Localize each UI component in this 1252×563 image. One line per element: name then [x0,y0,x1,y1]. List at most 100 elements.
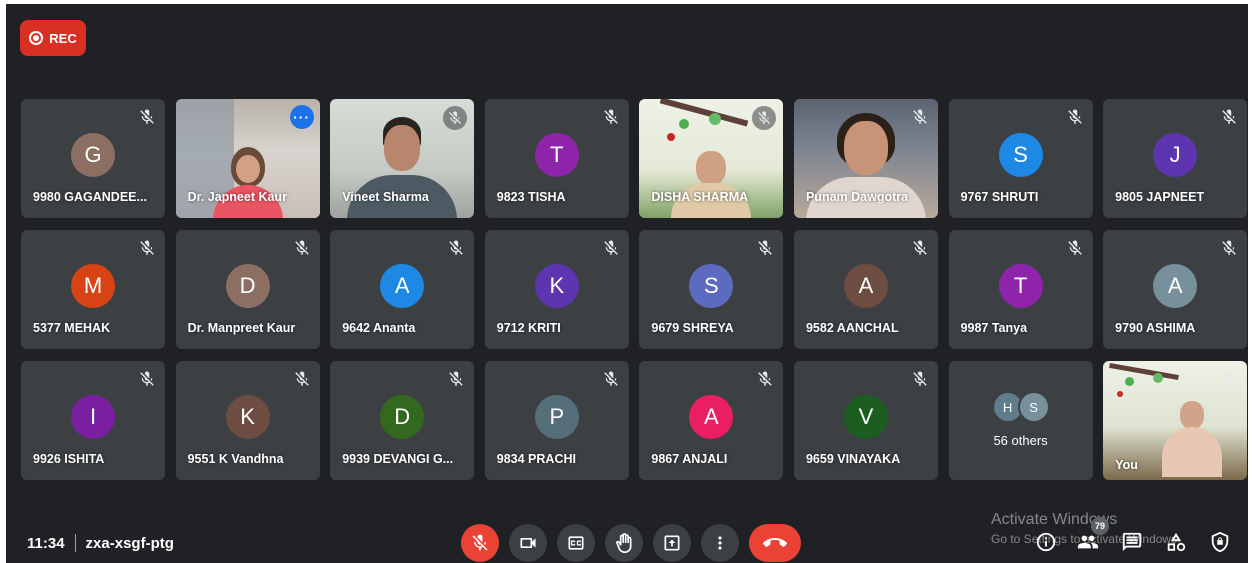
more-options-button[interactable]: ··· [289,105,314,129]
participant-name: 5377 MEHAK [33,321,111,335]
mic-off-icon [1066,108,1084,126]
participant-tile-video[interactable]: ··· Dr. Japneet Kaur [175,99,320,218]
mic-off-icon [756,370,774,388]
mic-off-icon [138,370,156,388]
participant-name: Vineet Sharma [342,190,429,204]
avatar: J [1153,133,1198,177]
avatar: A [843,264,888,308]
participant-name: 9582 AANCHAL [805,321,899,335]
mic-off-icon [602,239,620,257]
meeting-code[interactable]: zxa-xsgf-ptg [86,535,174,552]
avatar: K [225,395,270,439]
participant-name: 9642 Ananta [342,321,416,335]
participant-name: 9551 K Vandhna [187,452,284,466]
present-screen-button[interactable] [653,524,691,562]
others-avatars: H S [991,391,1050,423]
mic-off-icon [293,239,311,257]
activities-button[interactable] [1165,531,1187,553]
host-controls-button[interactable] [1209,531,1231,553]
others-tile[interactable]: H S 56 others [948,361,1093,480]
present-icon [664,535,680,551]
participant-name: DISHA SHARMA [651,190,749,204]
chat-button[interactable] [1121,531,1143,553]
participant-tile[interactable]: I 9926 ISHITA [21,361,165,480]
participant-name: 9659 VINAYAKA [805,452,901,466]
avatar: S [998,133,1043,177]
participant-name: 9834 PRACHI [496,452,576,466]
divider [74,534,76,552]
participant-tile[interactable]: A 9582 AANCHAL [793,230,938,349]
participant-tile-video[interactable]: Vineet Sharma [330,99,475,218]
avatar: T [534,133,579,177]
participant-tile[interactable]: T 9823 TISHA [484,99,629,218]
mic-off-icon [472,534,488,551]
participant-count-badge: 79 [1091,517,1109,535]
participant-tile[interactable]: M 5377 MEHAK [21,230,165,349]
participant-tile[interactable]: P 9834 PRACHI [484,361,629,480]
participant-tile[interactable]: K 9551 K Vandhna [175,361,320,480]
participant-tile-video[interactable]: Punam Dawgotra [793,99,938,218]
camera-toggle-button[interactable] [509,524,547,562]
participant-tile[interactable]: S 9767 SHRUTI [948,99,1093,218]
participant-tile[interactable]: D Dr. Manpreet Kaur [175,230,320,349]
activities-icon [1167,532,1186,552]
mic-off-icon [1066,239,1084,257]
avatar: T [998,264,1043,308]
leave-call-button[interactable] [749,524,801,562]
avatar: A [1153,264,1198,308]
participant-name: Punam Dawgotra [805,190,909,204]
avatar: K [534,264,579,308]
participant-tile[interactable]: J 9805 JAPNEET [1103,99,1248,218]
participant-name: 9767 SHRUTI [960,190,1039,204]
mic-off-icon [602,108,620,126]
mic-off-icon [138,108,156,126]
raise-hand-button[interactable] [605,524,643,562]
captions-button[interactable] [557,524,595,562]
participant-name: 9712 KRITI [496,321,561,335]
self-name: You [1115,458,1138,472]
avatar: G [71,133,115,177]
participant-name: 9805 JAPNEET [1115,190,1205,204]
avatar: D [380,395,425,439]
mic-off-icon [293,370,311,388]
mic-off-icon [911,239,929,257]
avatar: S [1017,391,1050,423]
participant-name: 9867 ANJALI [651,452,728,466]
participant-tile[interactable]: A 9642 Ananta [330,230,475,349]
info-icon [1036,532,1056,552]
meeting-details: 11:34 zxa-xsgf-ptg [27,534,174,552]
more-options-button[interactable] [701,524,739,562]
participant-grid: G 9980 GAGANDEE... ··· Dr. Japneet Kaur … [21,99,1248,480]
self-tile[interactable]: You [1103,361,1248,480]
others-count-label: 56 others [993,433,1048,448]
participant-name: 9987 Tanya [960,321,1028,335]
avatar: S [689,264,734,308]
mic-off-icon [911,108,929,126]
participant-tile[interactable]: S 9679 SHREYA [639,230,784,349]
recording-label: REC [49,30,77,46]
mic-off-icon [1220,239,1238,257]
participant-tile[interactable]: G 9980 GAGANDEE... [21,99,165,218]
avatar: A [380,264,425,308]
mic-off-icon [447,239,465,257]
participant-tile[interactable]: V 9659 VINAYAKA [793,361,938,480]
mic-off-icon [911,370,929,388]
mic-toggle-button[interactable] [461,524,499,562]
avatar: A [689,395,734,439]
participant-tile-video[interactable]: DISHA SHARMA [639,99,784,218]
mic-off-icon [1220,108,1238,126]
participant-tile[interactable]: A 9790 ASHIMA [1103,230,1248,349]
avatar: P [534,395,579,439]
participant-tile[interactable]: K 9712 KRITI [484,230,629,349]
mic-off-indicator [443,106,468,130]
mic-off-icon [602,370,620,388]
mic-off-icon [756,239,774,257]
participant-tile[interactable]: D 9939 DEVANGI G... [330,361,475,480]
avatar: D [225,264,270,308]
participant-tile[interactable]: A 9867 ANJALI [639,361,784,480]
more-vert-icon [718,536,722,550]
meeting-info-button[interactable] [1035,531,1057,553]
participant-tile[interactable]: T 9987 Tanya [948,230,1093,349]
participant-name: 9980 GAGANDEE... [33,190,147,204]
avatar: V [843,395,888,439]
